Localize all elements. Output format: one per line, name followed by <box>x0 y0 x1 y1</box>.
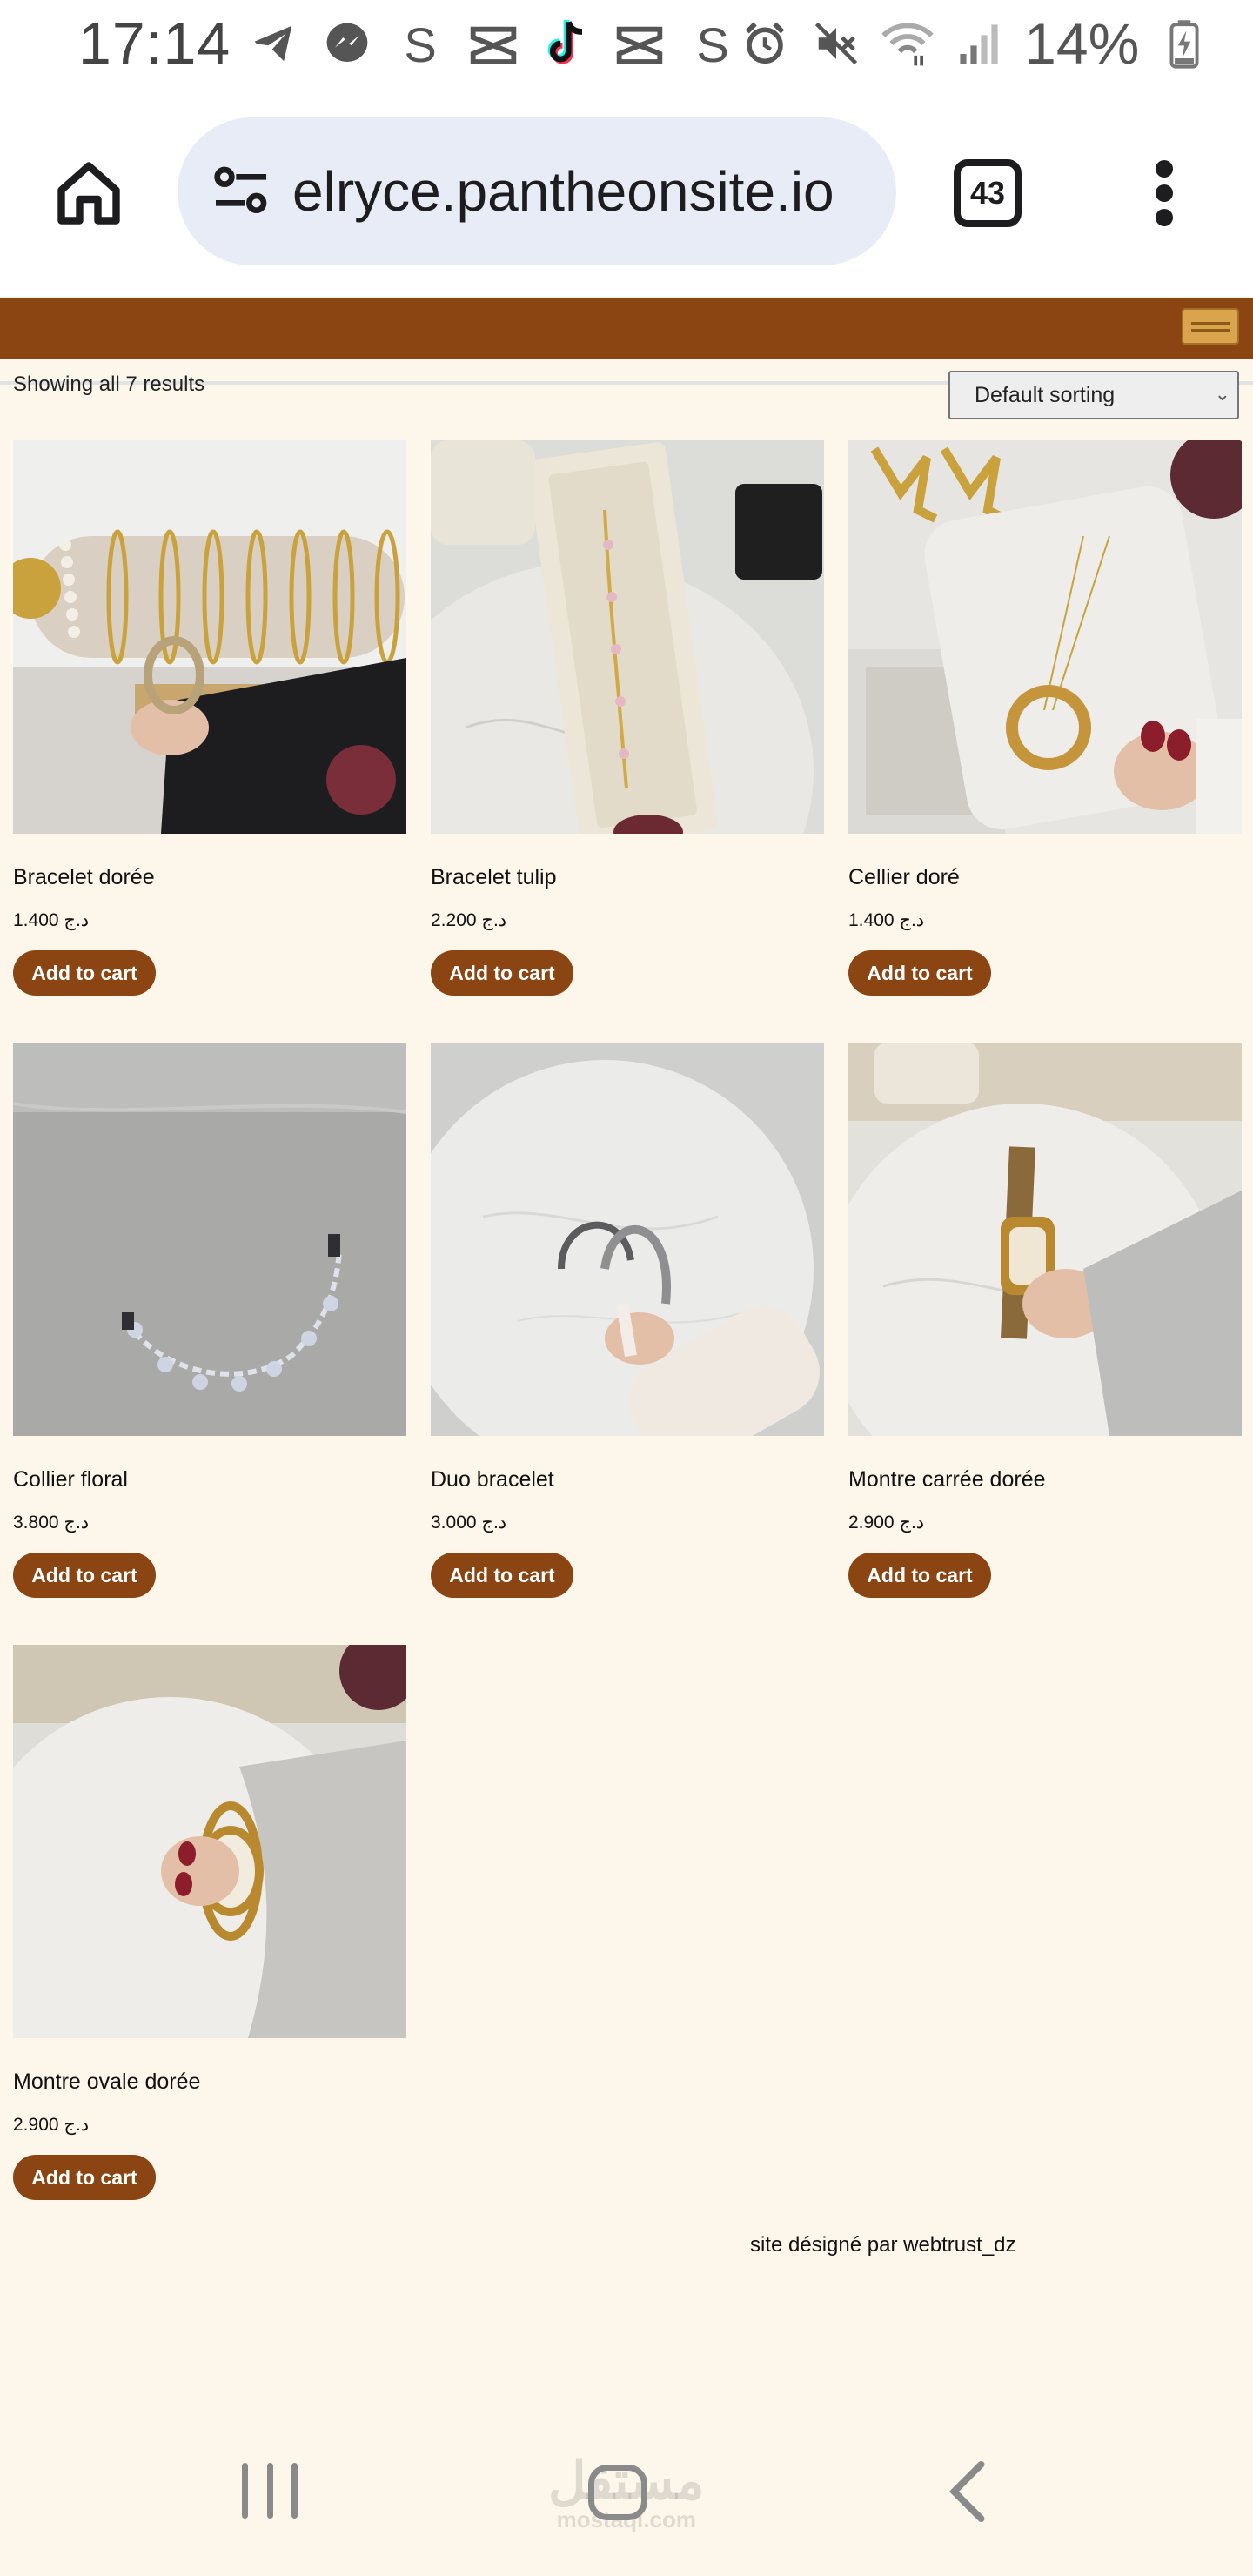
s-app-icon: S <box>394 17 446 70</box>
product-price: 2.900 د.ج <box>848 1513 925 1533</box>
svg-text:S: S <box>697 19 729 68</box>
product-card: Bracelet tulip 2.200 د.ج Add to cart <box>431 440 824 996</box>
back-icon[interactable] <box>947 2461 988 2522</box>
product-card: Montre ovale dorée 2.900 د.ج Add to cart <box>13 1645 406 2200</box>
result-count: Showing all 7 results <box>13 372 205 396</box>
status-bar: 17:14 S S 14% <box>0 0 1253 87</box>
signal-icon <box>953 17 1005 70</box>
product-image[interactable] <box>13 1043 406 1436</box>
sort-selected-value: Default sorting <box>975 382 1116 407</box>
url-text: elryce.pantheonsite.io <box>292 160 834 223</box>
product-price: 2.200 د.ج <box>431 910 507 930</box>
status-time: 17:14 <box>78 10 231 77</box>
s-app-icon: S <box>687 17 739 70</box>
wifi-icon <box>881 17 934 70</box>
product-price: 3.000 د.ج <box>431 1513 507 1533</box>
add-to-cart-button[interactable]: Add to cart <box>848 950 991 996</box>
product-title[interactable]: Montre carrée dorée <box>848 1467 1242 1493</box>
add-to-cart-button[interactable]: Add to cart <box>13 950 156 996</box>
product-card: Collier floral 3.800 د.ج Add to cart <box>13 1043 406 1598</box>
product-image[interactable] <box>848 1043 1242 1436</box>
system-icons: 14% <box>739 10 1210 77</box>
alarm-icon <box>739 17 791 70</box>
product-title[interactable]: Montre ovale dorée <box>13 2070 406 2095</box>
capcut-icon <box>467 17 519 70</box>
browser-toolbar: elryce.pantheonsite.io 43 <box>0 87 1253 385</box>
messenger-icon <box>321 17 373 70</box>
sort-dropdown[interactable]: Default sorting ⌄ <box>948 371 1239 419</box>
footer-credit: site désigné par webtrust_dz <box>750 2233 1016 2257</box>
product-price: 2.900 د.ج <box>13 2115 90 2135</box>
product-card: Bracelet dorée 1.400 د.ج Add to cart <box>13 440 406 996</box>
product-image[interactable] <box>431 440 824 834</box>
product-card: Cellier doré 1.400 د.ج Add to cart <box>848 440 1242 996</box>
product-image[interactable] <box>13 1645 406 2038</box>
product-image[interactable] <box>431 1043 824 1436</box>
add-to-cart-button[interactable]: Add to cart <box>13 1553 156 1598</box>
url-fade <box>266 139 301 191</box>
capcut-icon <box>613 17 666 70</box>
system-navigation-bar: مستقل mostaql.com <box>0 2419 1253 2576</box>
battery-percent: 14% <box>1024 11 1140 76</box>
svg-text:S: S <box>405 19 437 68</box>
site-header <box>0 298 1253 359</box>
product-title[interactable]: Duo bracelet <box>431 1467 824 1493</box>
add-to-cart-button[interactable]: Add to cart <box>431 950 573 996</box>
mute-icon <box>810 17 862 70</box>
recents-icon[interactable] <box>242 2463 298 2519</box>
product-card: Montre carrée dorée 2.900 د.ج Add to car… <box>848 1043 1242 1598</box>
menu-toggle-button[interactable] <box>1182 308 1239 345</box>
product-card: Duo bracelet 3.000 د.ج Add to cart <box>431 1043 824 1598</box>
tiktok-icon <box>540 17 593 70</box>
notification-icons: S S <box>248 17 739 70</box>
product-image[interactable] <box>13 440 406 834</box>
home-button-icon[interactable] <box>588 2465 647 2520</box>
product-title[interactable]: Cellier doré <box>848 865 1242 890</box>
chevron-down-icon: ⌄ <box>1214 383 1230 405</box>
product-title[interactable]: Collier floral <box>13 1467 406 1493</box>
add-to-cart-button[interactable]: Add to cart <box>13 2155 156 2200</box>
home-icon[interactable] <box>52 157 125 230</box>
product-title[interactable]: Bracelet tulip <box>431 865 824 890</box>
product-price: 1.400 د.ج <box>848 910 925 930</box>
product-price: 3.800 د.ج <box>13 1513 90 1533</box>
battery-charging-icon <box>1158 17 1210 70</box>
product-price: 1.400 د.ج <box>13 910 90 930</box>
tab-switcher-button[interactable]: 43 <box>954 159 1022 227</box>
overflow-menu-icon[interactable] <box>1140 157 1189 230</box>
telegram-icon <box>248 17 300 70</box>
product-image[interactable] <box>848 440 1242 834</box>
add-to-cart-button[interactable]: Add to cart <box>848 1553 991 1598</box>
add-to-cart-button[interactable]: Add to cart <box>431 1553 573 1598</box>
product-title[interactable]: Bracelet dorée <box>13 865 406 890</box>
